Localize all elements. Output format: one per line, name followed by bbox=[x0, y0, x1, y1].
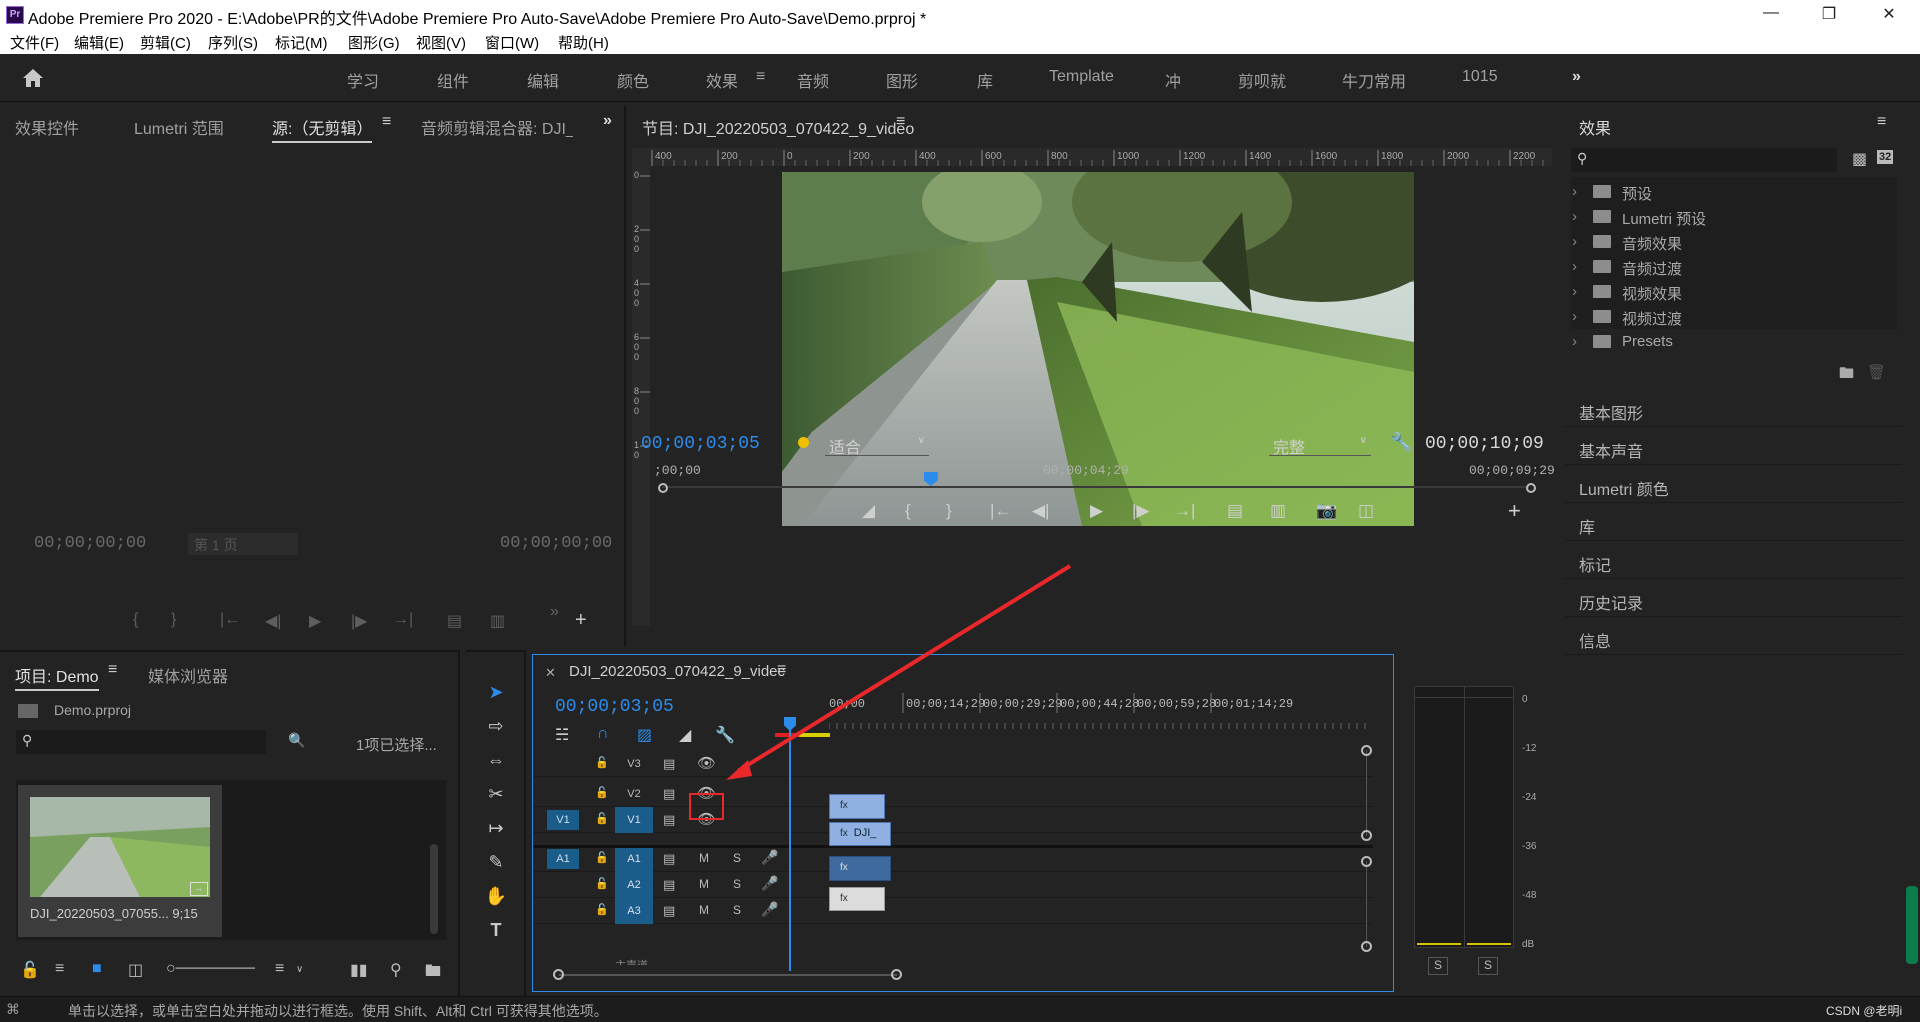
status-bar: ⌘ 单击以选择，或单击空白处并拖动以进行框选。使用 Shift、Alt和 Ctr… bbox=[0, 996, 1920, 1022]
annotation-arrow bbox=[726, 564, 1072, 780]
status-icon: ⌘ bbox=[6, 1001, 20, 1017]
status-text: 单击以选择，或单击空白处并拖动以进行框选。使用 Shift、Alt和 Ctrl … bbox=[68, 1003, 608, 1019]
watermark: CSDN @老明i bbox=[1826, 1004, 1903, 1018]
